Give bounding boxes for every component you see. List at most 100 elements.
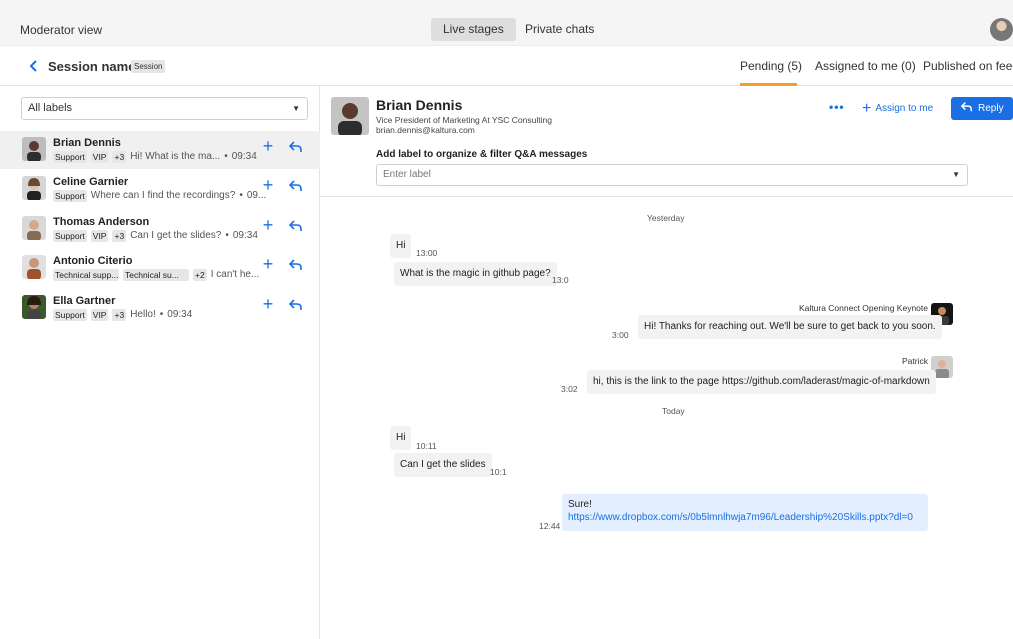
reply-icon[interactable]: [288, 217, 304, 233]
reply-button[interactable]: Reply: [951, 97, 1013, 120]
top-bar: Moderator view Live stages Private chats: [0, 0, 1013, 46]
conversation-meta: Support VIP +3 Hi! What is the ma... • 0…: [53, 150, 257, 163]
message-time: 3:02: [561, 384, 578, 394]
assign-to-me-button[interactable]: + Assign to me: [862, 100, 933, 118]
app-title: Moderator view: [20, 23, 103, 37]
dot-separator: •: [224, 151, 228, 162]
chat-thread: Yesterday Hi 13:00 What is the magic in …: [320, 197, 1013, 639]
message-bubble: hi, this is the link to the page https:/…: [587, 370, 936, 394]
avatar: [22, 255, 46, 279]
label-tag: Support: [53, 150, 87, 163]
dot-separator: •: [225, 230, 229, 241]
message-bubble: Hi: [390, 426, 412, 450]
assign-to-me-label: Assign to me: [875, 103, 934, 114]
label-tag: VIP: [90, 229, 109, 242]
label-input-placeholder: Enter label: [383, 169, 431, 180]
label-tag-more: +2: [193, 268, 207, 281]
message-bubble: What is the magic in github page?: [394, 262, 557, 286]
add-label-icon[interactable]: +: [261, 137, 275, 155]
reply-icon[interactable]: [288, 296, 304, 312]
reply-icon[interactable]: [288, 177, 304, 193]
conversation-meta: Technical supp... Technical su... +2 I c…: [53, 268, 259, 281]
dot-separator: •: [239, 190, 243, 201]
message-time: 10:11: [416, 441, 437, 451]
add-label-icon[interactable]: +: [261, 216, 275, 234]
dot-separator: •: [159, 309, 164, 320]
label-tag-more: +3: [112, 308, 127, 321]
label-tag: VIP: [90, 308, 109, 321]
message-preview: Hi! What is the ma...: [130, 151, 221, 162]
message-time: 10:1: [490, 467, 507, 477]
list-item[interactable]: Celine Garnier Support Where can I find …: [0, 170, 320, 208]
more-options-button[interactable]: •••: [829, 100, 845, 114]
conversation-name: Ella Gartner: [53, 295, 116, 307]
tab-assigned-to-me[interactable]: Assigned to me (0): [815, 59, 916, 73]
reply-button-label: Reply: [978, 103, 1004, 114]
message-preview: Can I get the slides?: [130, 230, 222, 241]
conversation-name: Thomas Anderson: [53, 216, 150, 228]
date-divider: Yesterday: [647, 213, 685, 223]
message-time: 09:34: [167, 309, 193, 320]
label-tag: Technical su...: [123, 268, 189, 281]
conversation-name: Brian Dennis: [53, 137, 121, 149]
conversation-list-panel: All labels ▼ Brian Dennis Support VIP +3…: [0, 86, 320, 639]
label-input[interactable]: Enter label ▼: [376, 164, 968, 186]
session-bar: Session name Session Pending (5) Assigne…: [0, 46, 1013, 86]
reply-icon: [960, 102, 973, 112]
conversation-name: Antonio Citerio: [53, 255, 133, 267]
conversation-name: Celine Garnier: [53, 176, 129, 188]
avatar: [331, 97, 369, 135]
tab-private-chats[interactable]: Private chats: [513, 18, 606, 41]
message-preview: Where can I find the recordings?: [90, 190, 236, 201]
message-time: 12:44: [539, 521, 561, 531]
add-label-icon[interactable]: +: [261, 176, 275, 194]
user-name: Brian Dennis: [376, 97, 463, 113]
plus-icon: +: [862, 100, 872, 117]
message-time: 13:0: [552, 275, 569, 285]
label-tag-more: +3: [112, 150, 127, 163]
message-time: 3:00: [612, 330, 629, 340]
user-email: brian.dennis@kaltura.com: [376, 125, 475, 135]
avatar: [22, 216, 46, 240]
label-tag: Support: [53, 189, 87, 202]
list-item[interactable]: Brian Dennis Support VIP +3 Hi! What is …: [0, 131, 320, 169]
label-filter-select[interactable]: All labels ▼: [21, 97, 308, 120]
message-time: 09:34: [232, 230, 258, 241]
label-tag: VIP: [90, 150, 109, 163]
list-item[interactable]: Thomas Anderson Support VIP +3 Can I get…: [0, 210, 320, 248]
label-tag: Support: [53, 229, 87, 242]
message-bubble: Hi: [390, 234, 412, 258]
conversation-meta: Support Where can I find the recordings?…: [53, 189, 266, 202]
add-label-icon[interactable]: +: [261, 295, 275, 313]
add-label-icon[interactable]: +: [261, 255, 275, 273]
avatar: [22, 137, 46, 161]
tab-pending[interactable]: Pending (5): [740, 59, 802, 73]
message-time: 13:00: [416, 248, 438, 258]
message-text: Sure!: [568, 499, 592, 510]
add-label-heading: Add label to organize & filter Q&A messa…: [376, 149, 588, 160]
conversation-meta: Support VIP +3 Hello! • 09:34: [53, 308, 192, 321]
avatar: [22, 176, 46, 200]
message-bubble: Hi! Thanks for reaching out. We'll be su…: [638, 315, 942, 339]
user-avatar[interactable]: [990, 18, 1013, 41]
reply-icon[interactable]: [288, 138, 304, 154]
message-preview: I can't he...: [210, 269, 260, 280]
tab-published-on-feed[interactable]: Published on feed: [923, 59, 1013, 73]
message-bubble: Can I get the slides: [394, 453, 492, 477]
date-divider: Today: [662, 406, 685, 416]
message-bubble: Sure! https://www.dropbox.com/s/0b5lmnlh…: [562, 494, 928, 531]
session-badge: Session: [131, 60, 166, 73]
list-item[interactable]: Antonio Citerio Technical supp... Techni…: [0, 249, 320, 287]
session-title: Session name: [48, 59, 136, 74]
back-icon[interactable]: [27, 58, 41, 74]
tab-live-stages[interactable]: Live stages: [431, 18, 516, 41]
reply-icon[interactable]: [288, 256, 304, 272]
list-item[interactable]: Ella Gartner Support VIP +3 Hello! • 09:…: [0, 289, 320, 327]
label-tag-more: +3: [112, 229, 127, 242]
user-job-title: Vice President of Marketing At YSC Consu…: [376, 115, 552, 125]
sender-name: Kaltura Connect Opening Keynote: [798, 303, 928, 313]
message-link[interactable]: https://www.dropbox.com/s/0b5lmnlhwja7m9…: [568, 511, 922, 524]
message-time: 09:34: [231, 151, 257, 162]
sender-name: Patrick: [902, 356, 928, 366]
label-filter-value: All labels: [28, 102, 73, 114]
